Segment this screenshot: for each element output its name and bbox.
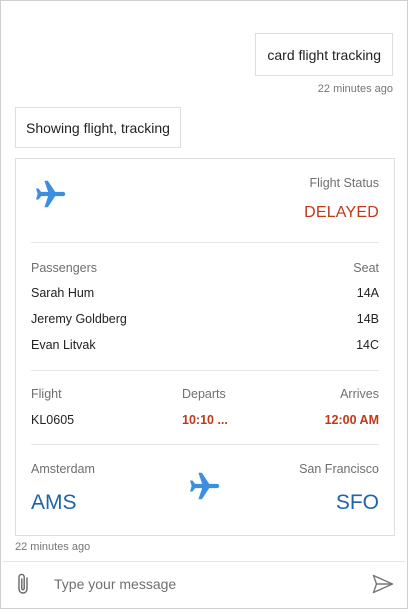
origin-code: AMS xyxy=(31,491,77,514)
flight-status-card: Flight Status DELAYED Passengers Seat Sa… xyxy=(15,158,395,536)
passenger-name: Jeremy Goldberg xyxy=(31,312,127,326)
departs-time: 10:10 ... xyxy=(182,413,228,427)
flight-status-value: DELAYED xyxy=(304,204,379,221)
destination-city: San Francisco xyxy=(299,462,379,476)
message-input[interactable] xyxy=(54,572,354,596)
flight-number: KL0605 xyxy=(31,413,75,427)
user-message-timestamp: 22 minutes ago xyxy=(317,83,393,95)
passenger-row: Jeremy Goldberg 14B xyxy=(31,312,379,326)
passenger-seat: 14C xyxy=(356,338,379,352)
send-icon[interactable] xyxy=(372,574,394,594)
origin-city: Amsterdam xyxy=(31,462,95,476)
destination-code: SFO xyxy=(335,491,379,514)
passenger-name: Sarah Hum xyxy=(31,286,95,300)
passenger-seat: 14A xyxy=(356,286,379,300)
passengers-label: Passengers xyxy=(31,261,98,275)
chat-window: card flight tracking 22 minutes ago Show… xyxy=(0,0,408,609)
user-message-bubble: card flight tracking xyxy=(255,33,393,76)
departs-label: Departs xyxy=(182,387,226,401)
route-codes: AMS SFO xyxy=(31,491,379,515)
passenger-name: Evan Litvak xyxy=(31,338,96,352)
arrives-time: 12:00 AM xyxy=(324,413,379,427)
bot-message-text: Showing flight, tracking xyxy=(26,119,170,136)
user-message-text: card flight tracking xyxy=(267,46,381,63)
passenger-seat: 14B xyxy=(356,312,379,326)
divider xyxy=(31,370,379,371)
message-composer xyxy=(2,561,406,607)
bot-message-bubble: Showing flight, tracking xyxy=(15,107,181,148)
paperclip-icon[interactable] xyxy=(14,572,34,596)
passengers-header: Passengers Seat xyxy=(31,261,379,275)
passenger-row: Evan Litvak 14C xyxy=(31,338,379,352)
divider xyxy=(31,444,379,445)
arrives-label: Arrives xyxy=(340,387,379,401)
flight-status-label: Flight Status xyxy=(309,176,379,190)
passenger-row: Sarah Hum 14A xyxy=(31,286,379,300)
bot-message-timestamp: 22 minutes ago xyxy=(15,541,91,553)
seat-label: Seat xyxy=(353,261,379,275)
airplane-icon xyxy=(36,180,66,208)
flight-label: Flight xyxy=(31,387,62,401)
divider xyxy=(31,242,379,243)
